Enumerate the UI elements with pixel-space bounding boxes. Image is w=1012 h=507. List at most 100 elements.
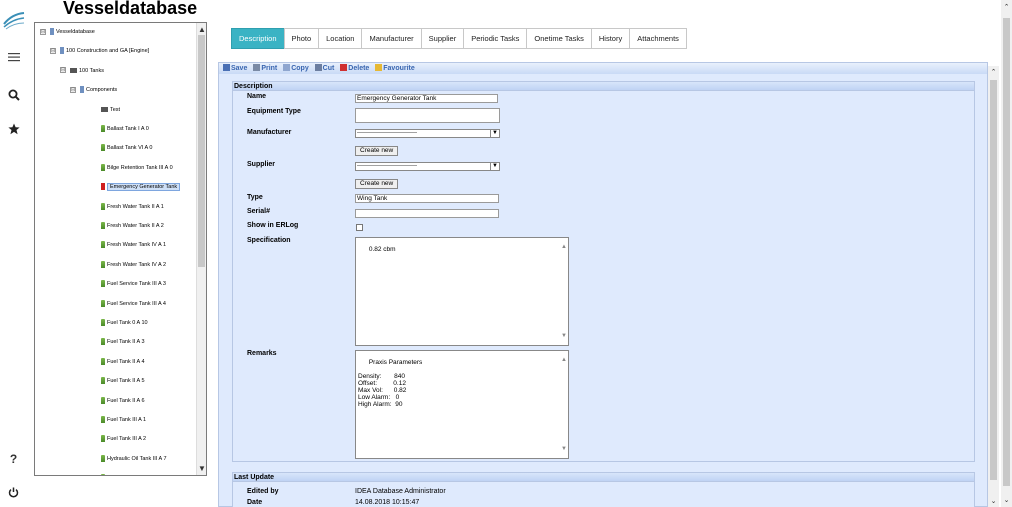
- tab-attachments[interactable]: Attachments: [629, 28, 687, 49]
- tab-periodic-tasks[interactable]: Periodic Tasks: [463, 28, 528, 49]
- type-field[interactable]: Wing Tank: [355, 194, 499, 203]
- tree-item[interactable]: ⊟ 100 Construction and GA [Engine]: [50, 47, 149, 56]
- cut-icon: [314, 64, 322, 71]
- tank-icon: [101, 357, 105, 365]
- tree-item[interactable]: Bilge Retention Tank III A 0: [101, 163, 173, 173]
- tree-item[interactable]: Fresh Water Tank II A 2: [101, 222, 164, 231]
- tree-item[interactable]: Fresh Water Tank IV A 1: [101, 241, 166, 250]
- scroll-down-icon[interactable]: ⌄: [1001, 496, 1012, 504]
- user-icon: [50, 28, 54, 36]
- supplier-label: Supplier: [247, 161, 276, 168]
- tree-scrollbar[interactable]: ▲ ▼: [196, 23, 206, 475]
- tab-onetime-tasks[interactable]: Onetime Tasks: [526, 28, 592, 49]
- tree-item[interactable]: Test: [101, 106, 120, 115]
- cut-button[interactable]: Cut: [314, 63, 334, 74]
- scroll-down-icon[interactable]: ⌄: [988, 497, 999, 505]
- tree-item[interactable]: Fuel Tank II A 5: [101, 377, 145, 386]
- scroll-up-icon[interactable]: ⌃: [1001, 3, 1012, 11]
- tree-item[interactable]: ⊟ Components: [70, 86, 117, 95]
- tank-icon: [101, 280, 105, 288]
- tree-item-label: Fuel Tank 0 A 10: [107, 320, 148, 326]
- tree-item[interactable]: Hydraulic Oil Tank III A 7: [101, 454, 167, 464]
- tree-item[interactable]: Fuel Tank II A 3: [101, 338, 145, 347]
- scroll-down-icon[interactable]: ▼: [197, 464, 206, 473]
- last-update-section: Last Update Edited by IDEA Database Admi…: [232, 472, 975, 507]
- scroll-up-icon[interactable]: ⌃: [988, 68, 999, 76]
- tree-item[interactable]: Ballast Tank I A 0: [101, 125, 149, 134]
- logo-icon[interactable]: [3, 10, 25, 30]
- serial-field[interactable]: [355, 209, 499, 218]
- tree-item[interactable]: ⊟ 100 Tanks: [60, 67, 104, 76]
- tree-item-label: Fuel Tank II A 3: [107, 339, 145, 346]
- tree-item[interactable]: Fresh Water Tank IV A 2: [101, 260, 166, 270]
- search-icon[interactable]: [6, 89, 21, 104]
- tab-supplier[interactable]: Supplier: [420, 28, 465, 49]
- chevron-down-icon[interactable]: ▼: [490, 130, 499, 137]
- scroll-up-icon[interactable]: ▲: [561, 357, 567, 364]
- collapse-icon[interactable]: ⊟: [50, 47, 56, 54]
- tree-item-label: Fuel Service Tank III A 4: [107, 300, 166, 307]
- tree-item[interactable]: ⊟ Vesseldatabase: [40, 28, 95, 37]
- collapse-icon[interactable]: ⊟: [40, 28, 46, 35]
- tree-item[interactable]: Emergency Generator Tank: [101, 183, 181, 192]
- remarks-textarea[interactable]: Praxis Parameters Density: 840 Offset: 0…: [355, 350, 569, 459]
- tab-location[interactable]: Location: [318, 28, 363, 49]
- star-icon[interactable]: [6, 123, 21, 138]
- help-icon[interactable]: ?: [6, 452, 21, 467]
- remarks-label: Remarks: [247, 350, 277, 357]
- delete-icon: [340, 64, 348, 71]
- tree-item-label: Components: [86, 87, 118, 94]
- scroll-down-icon[interactable]: ▼: [561, 333, 567, 340]
- collapse-icon[interactable]: ⊟: [60, 67, 66, 74]
- manufacturer-select-value: ------------------------------: [357, 130, 417, 136]
- tree-item-label: Ballast Tank VI A 0: [107, 145, 153, 152]
- tab-manufacturer[interactable]: Manufacturer: [361, 28, 422, 49]
- tree-item[interactable]: Fuel Tank III A 2: [101, 435, 146, 444]
- page-scrollbar[interactable]: ⌃ ⌄: [1001, 0, 1012, 507]
- name-field[interactable]: Emergency Generator Tank: [355, 94, 498, 103]
- folder-icon: [101, 106, 108, 112]
- tree-item[interactable]: Fuel Service Tank III A 4: [101, 299, 166, 309]
- tab-photo[interactable]: Photo: [283, 28, 320, 49]
- menu-icon[interactable]: [6, 50, 21, 65]
- scroll-up-icon[interactable]: ▲: [197, 25, 206, 34]
- tank-icon: [101, 125, 105, 133]
- folder-icon: [70, 67, 77, 73]
- tree-item-label: Fuel Service Tank III A 3: [107, 281, 166, 288]
- tree-panel[interactable]: ⊟ Vesseldatabase ⊟ 100 Construction and GA …: [34, 22, 207, 476]
- favourite-button[interactable]: Favourite: [375, 63, 415, 74]
- tab-history[interactable]: History: [590, 28, 631, 49]
- specification-textarea[interactable]: 0.82 cbm ▲ ▼: [355, 237, 569, 346]
- tree-item[interactable]: Laundry Tank: [101, 474, 140, 475]
- tree-item[interactable]: Fuel Service Tank III A 3: [101, 280, 166, 289]
- scroll-thumb[interactable]: [990, 80, 997, 480]
- power-icon[interactable]: [6, 486, 21, 501]
- chevron-down-icon[interactable]: ▼: [490, 163, 499, 170]
- tree-item-label: 100 Construction and GA [Engine]: [66, 48, 150, 55]
- save-button[interactable]: Save: [223, 63, 247, 74]
- supplier-select[interactable]: ------------------------------ ▼: [355, 162, 500, 171]
- tree-item[interactable]: Fuel Tank II A 6: [101, 396, 145, 406]
- create-new-manufacturer-button[interactable]: Create new: [355, 146, 399, 156]
- scroll-up-icon[interactable]: ▲: [561, 244, 567, 251]
- scroll-down-icon[interactable]: ▼: [561, 446, 567, 453]
- tab-description[interactable]: Description: [231, 28, 285, 49]
- tree-item[interactable]: Fresh Water Tank II A 1: [101, 202, 164, 212]
- print-button[interactable]: Print: [253, 63, 277, 74]
- content-scrollbar[interactable]: ⌃ ⌄: [988, 66, 999, 507]
- manufacturer-select[interactable]: ------------------------------ ▼: [355, 129, 500, 138]
- scroll-thumb[interactable]: [1003, 18, 1010, 486]
- specification-text: 0.82 cbm: [368, 246, 396, 253]
- delete-button[interactable]: Delete: [340, 63, 369, 74]
- tank-icon: [101, 454, 105, 462]
- show-erlog-checkbox[interactable]: [356, 224, 363, 231]
- copy-button[interactable]: Copy: [283, 63, 309, 74]
- tree-item[interactable]: Fuel Tank III A 1: [101, 416, 146, 425]
- collapse-icon[interactable]: ⊟: [70, 86, 76, 93]
- equipment-type-field[interactable]: [355, 108, 500, 123]
- tree-item[interactable]: Ballast Tank VI A 0: [101, 144, 152, 153]
- scroll-thumb[interactable]: [198, 35, 205, 267]
- create-new-supplier-button[interactable]: Create new: [355, 179, 399, 189]
- tree-item[interactable]: Fuel Tank II A 4: [101, 357, 145, 367]
- tree-item[interactable]: Fuel Tank 0 A 10: [101, 319, 148, 328]
